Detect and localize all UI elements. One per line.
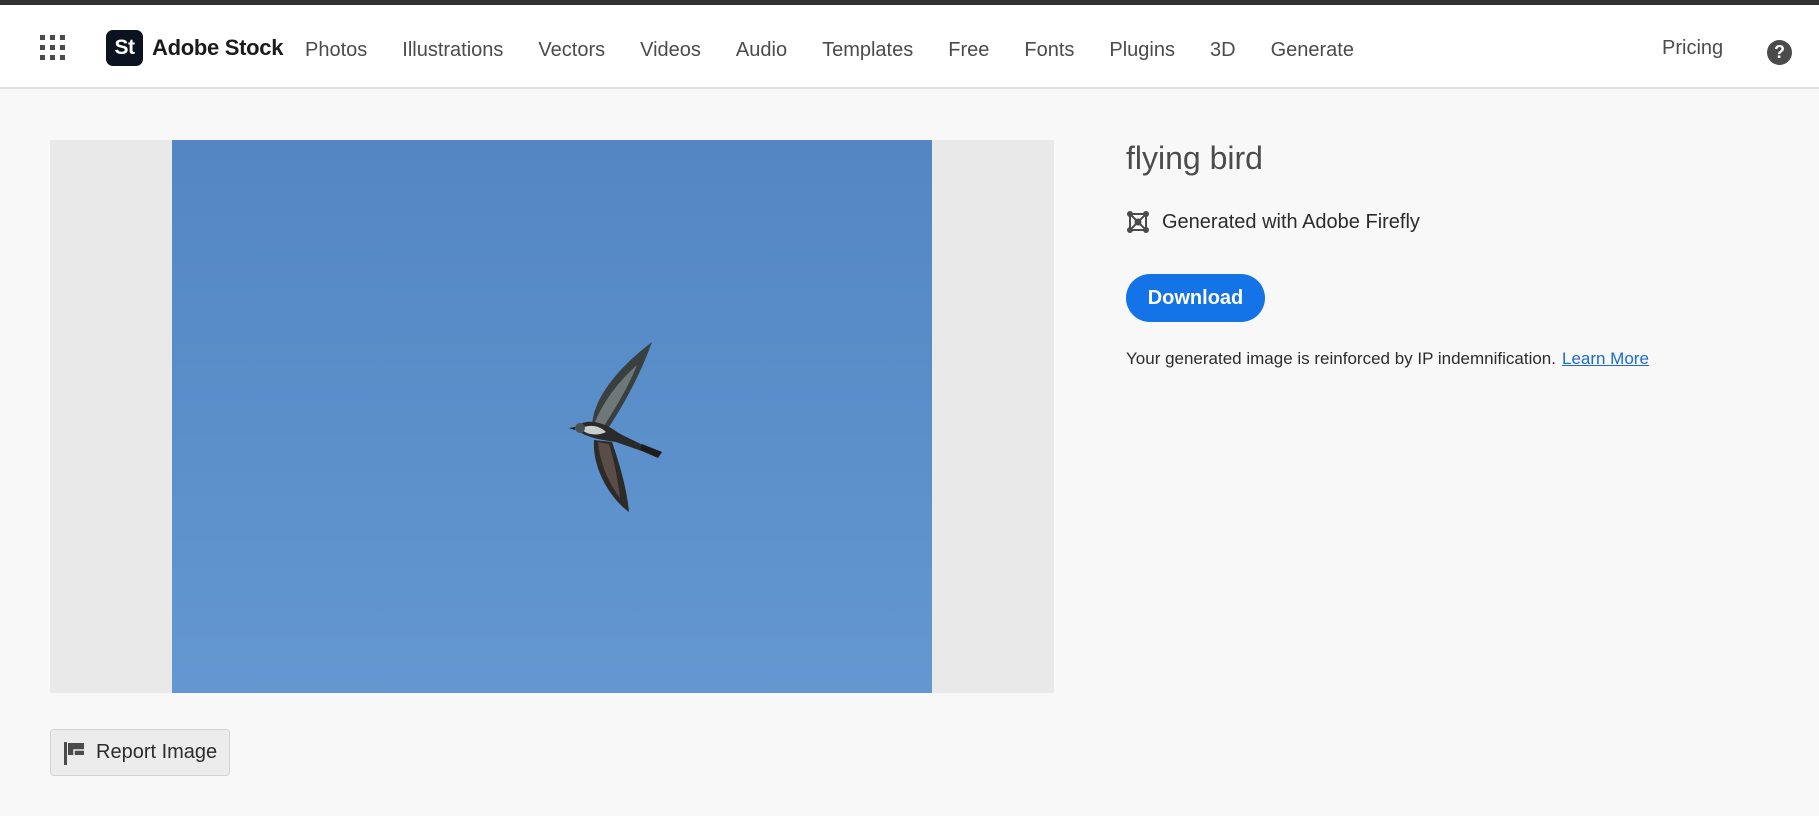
image-preview-frame bbox=[50, 140, 1054, 693]
help-icon[interactable]: ? bbox=[1767, 40, 1792, 65]
ip-note-text: Your generated image is reinforced by IP… bbox=[1126, 349, 1556, 368]
nav-item-templates[interactable]: Templates bbox=[822, 39, 913, 62]
nav-item-audio[interactable]: Audio bbox=[736, 39, 787, 62]
nav-item-illustrations[interactable]: Illustrations bbox=[402, 39, 503, 62]
nav-item-fonts[interactable]: Fonts bbox=[1024, 39, 1074, 62]
nav-item-vectors[interactable]: Vectors bbox=[538, 39, 605, 62]
nav-item-generate[interactable]: Generate bbox=[1271, 39, 1354, 62]
nav-item-free[interactable]: Free bbox=[948, 39, 989, 62]
generated-with-firefly-row: Generated with Adobe Firefly bbox=[1126, 209, 1420, 235]
asset-preview-image[interactable] bbox=[172, 140, 932, 693]
nav-item-3d[interactable]: 3D bbox=[1210, 39, 1236, 62]
nav-item-videos[interactable]: Videos bbox=[640, 39, 701, 62]
download-button[interactable]: Download bbox=[1126, 274, 1265, 322]
adobe-stock-logo-icon: St bbox=[106, 30, 143, 66]
flag-icon bbox=[62, 741, 86, 765]
app-switcher-icon[interactable] bbox=[40, 35, 65, 60]
report-image-label: Report Image bbox=[96, 741, 218, 763]
nav-item-photos[interactable]: Photos bbox=[305, 39, 367, 62]
pricing-link[interactable]: Pricing bbox=[1662, 37, 1723, 60]
nav-item-plugins[interactable]: Plugins bbox=[1109, 39, 1175, 62]
brand-home-link[interactable]: St Adobe Stock bbox=[106, 30, 283, 66]
ip-indemnification-note: Your generated image is reinforced by IP… bbox=[1126, 349, 1649, 369]
learn-more-link[interactable]: Learn More bbox=[1562, 349, 1649, 368]
report-image-button[interactable]: Report Image bbox=[50, 729, 230, 776]
firefly-generated-icon bbox=[1126, 209, 1150, 235]
generated-with-firefly-label: Generated with Adobe Firefly bbox=[1162, 210, 1420, 233]
asset-title: flying bird bbox=[1126, 140, 1263, 176]
brand-name: Adobe Stock bbox=[152, 35, 284, 60]
bird-image bbox=[569, 342, 662, 512]
site-header: St Adobe Stock Photos Illustrations Vect… bbox=[0, 5, 1819, 89]
main-nav: Photos Illustrations Vectors Videos Audi… bbox=[305, 37, 1389, 63]
